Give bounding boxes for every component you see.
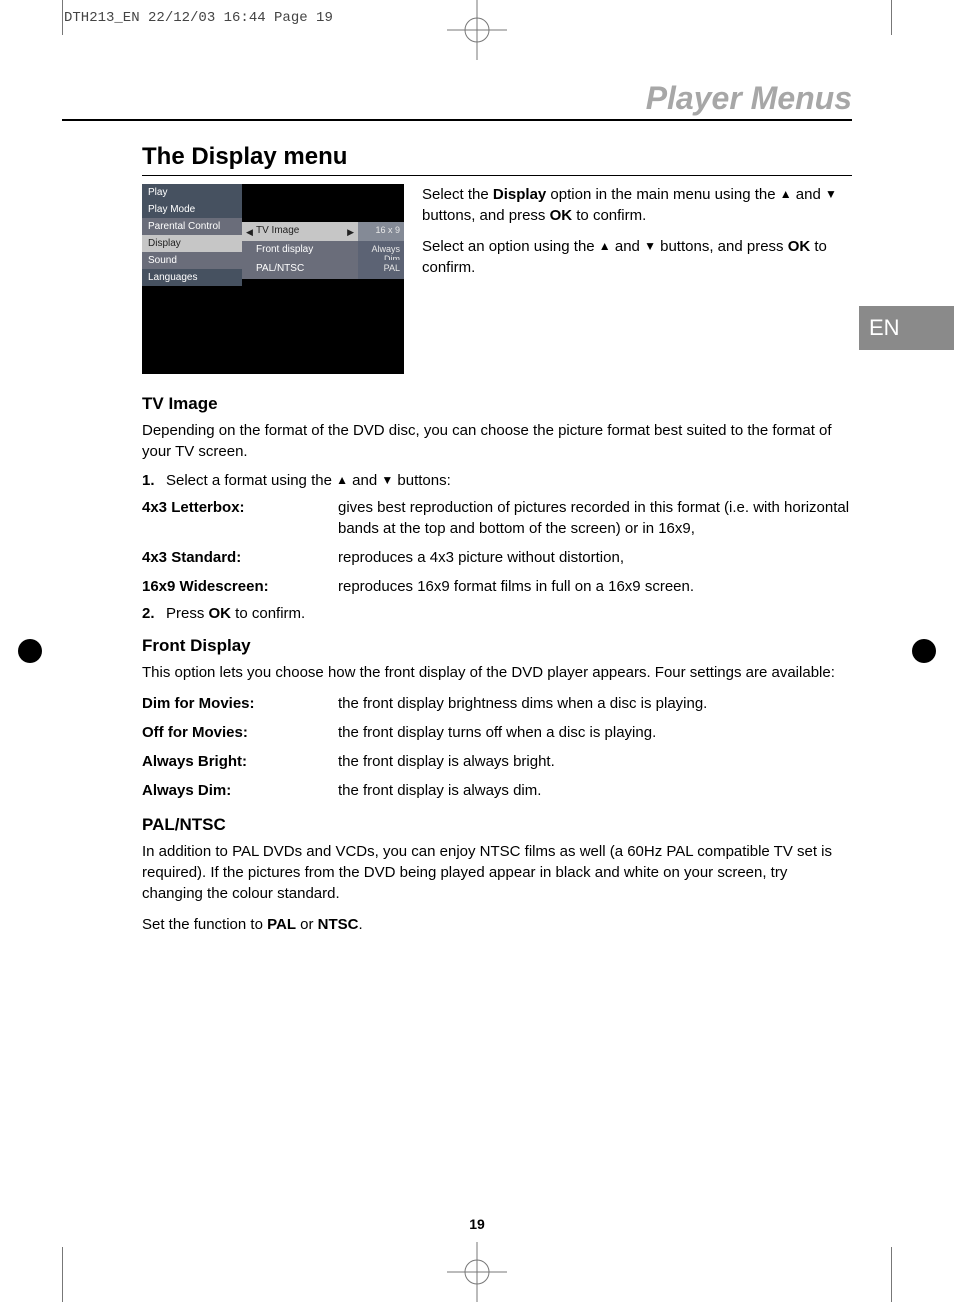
submenu-value: 16 x 9 bbox=[358, 222, 404, 241]
body-text: Set the function to PAL or NTSC. bbox=[142, 914, 852, 935]
menu-item-selected: Display bbox=[142, 235, 242, 252]
body-text: This option lets you choose how the fron… bbox=[142, 662, 852, 683]
menu-item: Parental Control bbox=[142, 218, 242, 235]
crop-marks-header: DTH213_EN 22/12/03 16:44 Page 19 bbox=[64, 10, 333, 26]
trim-mark bbox=[891, 1247, 892, 1302]
menu-item: Play Mode bbox=[142, 201, 242, 218]
triangle-right-icon: ▶ bbox=[347, 227, 354, 238]
triangle-down-icon: ▼ bbox=[644, 238, 656, 255]
menu-screenshot: Play Play Mode Parental Control Display … bbox=[142, 184, 404, 374]
chapter-title: Player Menus bbox=[62, 80, 852, 121]
triangle-down-icon: ▼ bbox=[381, 473, 393, 487]
page-number: 19 bbox=[62, 1216, 892, 1232]
intro-text: Select the Display option in the main me… bbox=[422, 184, 852, 288]
submenu-label: TV Image bbox=[256, 225, 299, 236]
submenu-value: PAL bbox=[358, 260, 404, 279]
register-mark-right-icon bbox=[894, 621, 954, 681]
register-mark-bottom-icon bbox=[447, 1242, 507, 1302]
triangle-down-icon: ▼ bbox=[825, 186, 837, 203]
definition-row: Always Dim: the front display is always … bbox=[142, 780, 852, 801]
menu-item: Languages bbox=[142, 269, 242, 286]
register-mark-left-icon bbox=[0, 621, 60, 681]
definition-row: 4x3 Standard: reproduces a 4x3 picture w… bbox=[142, 547, 852, 568]
menu-item: Sound bbox=[142, 252, 242, 269]
definition-row: Always Bright: the front display is alwa… bbox=[142, 751, 852, 772]
submenu-value: Always Dim bbox=[358, 241, 404, 260]
subsection-heading-tv-image: TV Image bbox=[142, 394, 852, 414]
numbered-step: 2. Press OK to confirm. bbox=[142, 605, 852, 622]
submenu-label: PAL/NTSC bbox=[256, 263, 304, 274]
trim-mark bbox=[62, 0, 63, 35]
subsection-heading-pal-ntsc: PAL/NTSC bbox=[142, 815, 852, 835]
submenu-label: Front display bbox=[256, 244, 313, 255]
body-text: Depending on the format of the DVD disc,… bbox=[142, 420, 852, 462]
register-mark-top-icon bbox=[447, 0, 507, 60]
trim-mark bbox=[891, 0, 892, 35]
triangle-up-icon: ▲ bbox=[780, 186, 792, 203]
definition-row: Dim for Movies: the front display bright… bbox=[142, 693, 852, 714]
body-text: In addition to PAL DVDs and VCDs, you ca… bbox=[142, 841, 852, 904]
trim-mark bbox=[62, 1247, 63, 1302]
submenu-row: Front display Always Dim bbox=[242, 241, 404, 260]
submenu-row: PAL/NTSC PAL bbox=[242, 260, 404, 279]
numbered-step: 1. Select a format using the ▲ and ▼ but… bbox=[142, 472, 852, 489]
triangle-up-icon: ▲ bbox=[336, 473, 348, 487]
definition-row: 16x9 Widescreen: reproduces 16x9 format … bbox=[142, 576, 852, 597]
section-heading-display-menu: The Display menu bbox=[142, 143, 852, 176]
language-tab: EN bbox=[859, 306, 954, 350]
definition-row: 4x3 Letterbox: gives best reproduction o… bbox=[142, 497, 852, 539]
triangle-left-icon: ◀ bbox=[246, 227, 253, 238]
subsection-heading-front-display: Front Display bbox=[142, 636, 852, 656]
triangle-up-icon: ▲ bbox=[599, 238, 611, 255]
menu-item: Play bbox=[142, 184, 242, 201]
submenu-row: ◀TV Image ▶ 16 x 9 bbox=[242, 222, 404, 241]
definition-row: Off for Movies: the front display turns … bbox=[142, 722, 852, 743]
